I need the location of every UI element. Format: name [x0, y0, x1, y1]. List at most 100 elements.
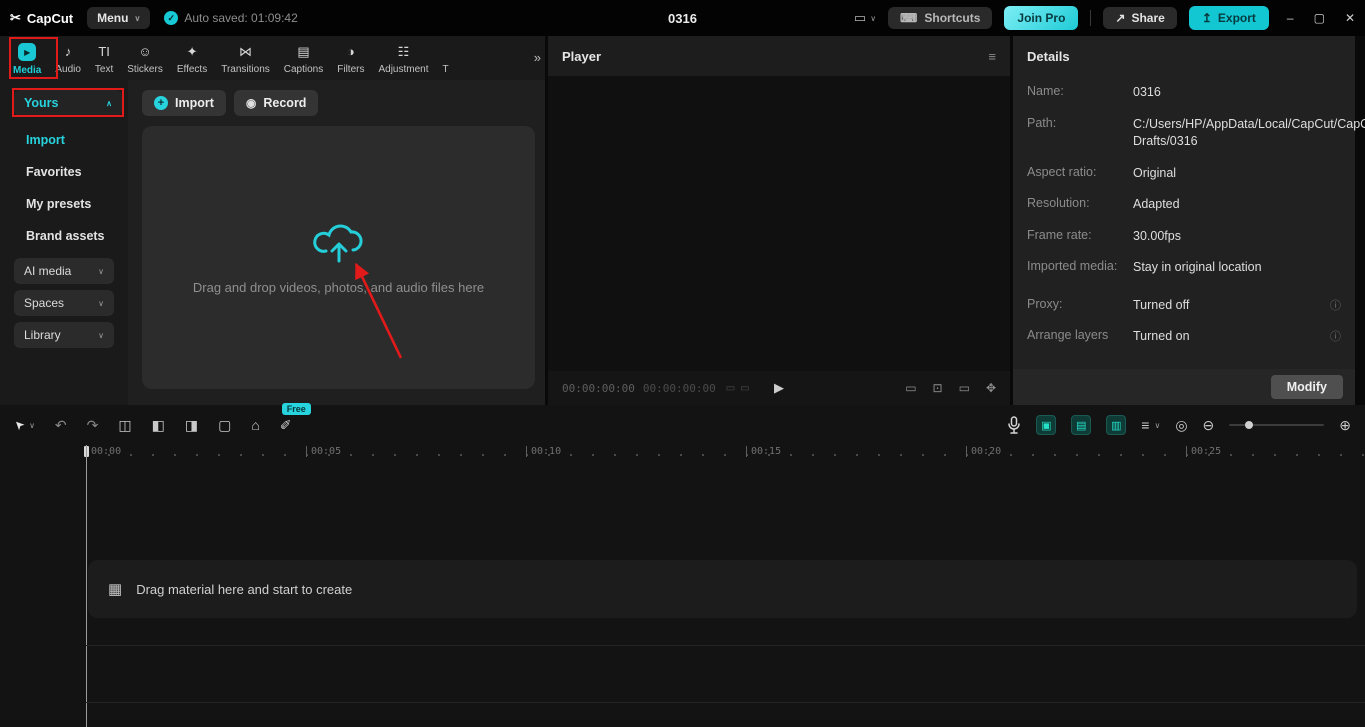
record-icon: ◉	[245, 96, 257, 110]
sidebar-item-brand-assets[interactable]: Brand assets	[26, 220, 128, 252]
magnetic-toggle[interactable]: ▣	[1036, 415, 1057, 435]
tab-label: Effects	[176, 64, 208, 75]
keyboard-icon: ⌨	[900, 11, 918, 25]
detail-row-proxy: Proxy: Turned off ⓘ	[1013, 297, 1355, 315]
player-menu-icon[interactable]: ≡	[988, 49, 996, 64]
ruler-label: 00:25	[1186, 446, 1221, 457]
maximize-button[interactable]: ▢	[1314, 11, 1325, 25]
player-title: Player	[562, 48, 602, 64]
free-badge: Free	[281, 402, 311, 415]
media-dropzone[interactable]: Drag and drop videos, photos, and audio …	[142, 126, 535, 389]
player-panel: Player ≡ 00:00:00:00 00:00:00:00 ▭ ▭ ▶ ▭…	[548, 36, 1010, 405]
undo-button[interactable]: ↶	[55, 417, 67, 434]
player-controls: 00:00:00:00 00:00:00:00 ▭ ▭ ▶ ▭ ⊡ ▭ ✥	[548, 371, 1010, 405]
detail-label: Resolution:	[1027, 196, 1090, 210]
tab-stickers[interactable]: ☺ Stickers	[120, 41, 170, 77]
play-button[interactable]: ▶	[774, 380, 784, 396]
share-button[interactable]: ↗ Share	[1103, 7, 1177, 29]
tab-effects[interactable]: ✦ Effects	[170, 41, 214, 77]
mouse-mode-button[interactable]: ◎	[1175, 417, 1187, 434]
timeline-ruler[interactable]: 00:00 00:05 00:10 00:15 00:20 00:25	[0, 445, 1365, 463]
detail-value: Turned off	[1133, 297, 1190, 312]
delete-left-button[interactable]: ◧	[152, 417, 165, 434]
info-icon[interactable]: ⓘ	[1330, 297, 1341, 313]
zoom-slider[interactable]	[1229, 421, 1325, 429]
fullscreen-icon[interactable]: ✥	[986, 381, 996, 395]
sidebar-item-import[interactable]: Import	[26, 124, 128, 156]
track-drop-target[interactable]: ▦ Drag material here and start to create	[88, 560, 1357, 618]
join-pro-button[interactable]: Join Pro	[1004, 6, 1079, 30]
sidebar-item-favorites[interactable]: Favorites	[26, 156, 128, 188]
shortcuts-button[interactable]: ⌨ Shortcuts	[888, 7, 993, 29]
player-viewport[interactable]	[548, 76, 1010, 371]
detail-value: 30.00fps	[1133, 228, 1181, 243]
mark-out-icon[interactable]: ▭	[740, 383, 749, 394]
detail-label: Frame rate:	[1027, 227, 1092, 242]
chevron-down-icon: ∨	[29, 420, 35, 430]
tab-adjustment[interactable]: ☷ Adjustment	[371, 41, 435, 77]
tab-audio[interactable]: ♪ Audio	[48, 41, 88, 77]
select-tool-button[interactable]: ➤ ∨	[11, 416, 35, 433]
voiceover-button[interactable]	[1007, 416, 1021, 434]
detail-row-path: Path: C:/Users/HP/AppData/Local/CapCut/C…	[1013, 116, 1365, 151]
mask-button[interactable]: ⌂	[251, 417, 259, 433]
media-actions: + Import ◉ Record	[142, 90, 319, 116]
display-switch-button[interactable]: ▭ ∨	[854, 10, 876, 26]
ratio-icon[interactable]: ▭	[905, 381, 916, 395]
record-button[interactable]: ◉ Record	[233, 90, 319, 116]
yours-dropdown[interactable]: Yours ∧	[14, 90, 122, 116]
smart-edit-button[interactable]: Free ✐	[280, 402, 311, 434]
menu-button[interactable]: Menu ∨	[87, 7, 151, 29]
redo-button[interactable]: ↷	[87, 417, 99, 434]
transitions-icon: ⋈	[238, 43, 252, 59]
minimize-button[interactable]: –	[1287, 11, 1294, 25]
playhead[interactable]	[86, 445, 87, 727]
ai-media-dropdown[interactable]: AI media ∨	[14, 258, 114, 284]
chevron-down-icon: ∨	[98, 266, 104, 276]
shortcuts-label: Shortcuts	[924, 11, 981, 25]
detail-row-resolution: Resolution: Adapted	[1013, 196, 1355, 214]
track-layout-dropdown[interactable]: ≡ ∨	[1141, 417, 1160, 433]
ruler-label: 00:20	[966, 446, 1001, 457]
more-tabs-button[interactable]: »	[534, 50, 541, 65]
tab-media[interactable]: ▶ Media	[6, 41, 48, 78]
zoom-slider-handle[interactable]	[1245, 421, 1254, 429]
detail-row-arrange-layers: Arrange layers Turned on ⓘ	[1013, 328, 1355, 346]
spaces-dropdown[interactable]: Spaces ∨	[14, 290, 114, 316]
import-label: Import	[175, 96, 214, 110]
linkage-toggle[interactable]: ▥	[1106, 415, 1127, 435]
sidebar-item-my-presets[interactable]: My presets	[26, 188, 128, 220]
export-button[interactable]: ↥ Export	[1188, 6, 1269, 30]
library-dropdown[interactable]: Library ∨	[14, 322, 114, 348]
track-drop-hint: Drag material here and start to create	[136, 581, 353, 597]
detail-row-imported-media: Imported media: Stay in original locatio…	[1013, 259, 1355, 277]
modify-button[interactable]: Modify	[1270, 375, 1343, 399]
media-icon: ▶	[18, 43, 37, 61]
library-label: Library	[24, 328, 61, 342]
detail-label: Name:	[1027, 84, 1064, 98]
split-button[interactable]: ◫	[118, 417, 131, 434]
timeline-tools-left: ➤ ∨ ↶ ↷ ◫ ◧ ◨ ▢ ⌂ Free ✐	[11, 402, 311, 434]
tab-truncated[interactable]: T	[436, 41, 456, 77]
fit-icon[interactable]: ⊡	[933, 381, 943, 395]
delete-right-button[interactable]: ◨	[185, 417, 198, 434]
timeline: ➤ ∨ ↶ ↷ ◫ ◧ ◨ ▢ ⌂ Free ✐ ▣ ▤ ▥ ≡ ∨ ◎ ⊖ ⊕…	[0, 402, 1365, 727]
crop-button[interactable]: ▢	[218, 417, 231, 434]
chevron-up-icon: ∧	[106, 98, 112, 108]
import-button[interactable]: + Import	[142, 90, 226, 116]
snapping-toggle[interactable]: ▤	[1071, 415, 1092, 435]
tab-text[interactable]: TI Text	[88, 41, 120, 77]
tab-filters[interactable]: ◑ Filters	[330, 41, 371, 77]
detail-row-aspect-ratio: Aspect ratio: Original	[1013, 165, 1355, 183]
close-button[interactable]: ✕	[1345, 11, 1355, 25]
info-icon[interactable]: ⓘ	[1330, 328, 1341, 344]
mark-icons: ▭ ▭	[726, 383, 750, 394]
detail-label: Arrange layers	[1027, 328, 1109, 342]
mark-in-icon[interactable]: ▭	[726, 383, 735, 394]
tab-transitions[interactable]: ⋈ Transitions	[214, 41, 277, 77]
tab-captions[interactable]: ▤ Captions	[277, 41, 330, 77]
mini-player-icon[interactable]: ▭	[959, 381, 970, 395]
zoom-in-button[interactable]: ⊕	[1339, 417, 1351, 434]
ruler-label: 00:15	[746, 446, 781, 457]
zoom-out-button[interactable]: ⊖	[1203, 417, 1215, 434]
